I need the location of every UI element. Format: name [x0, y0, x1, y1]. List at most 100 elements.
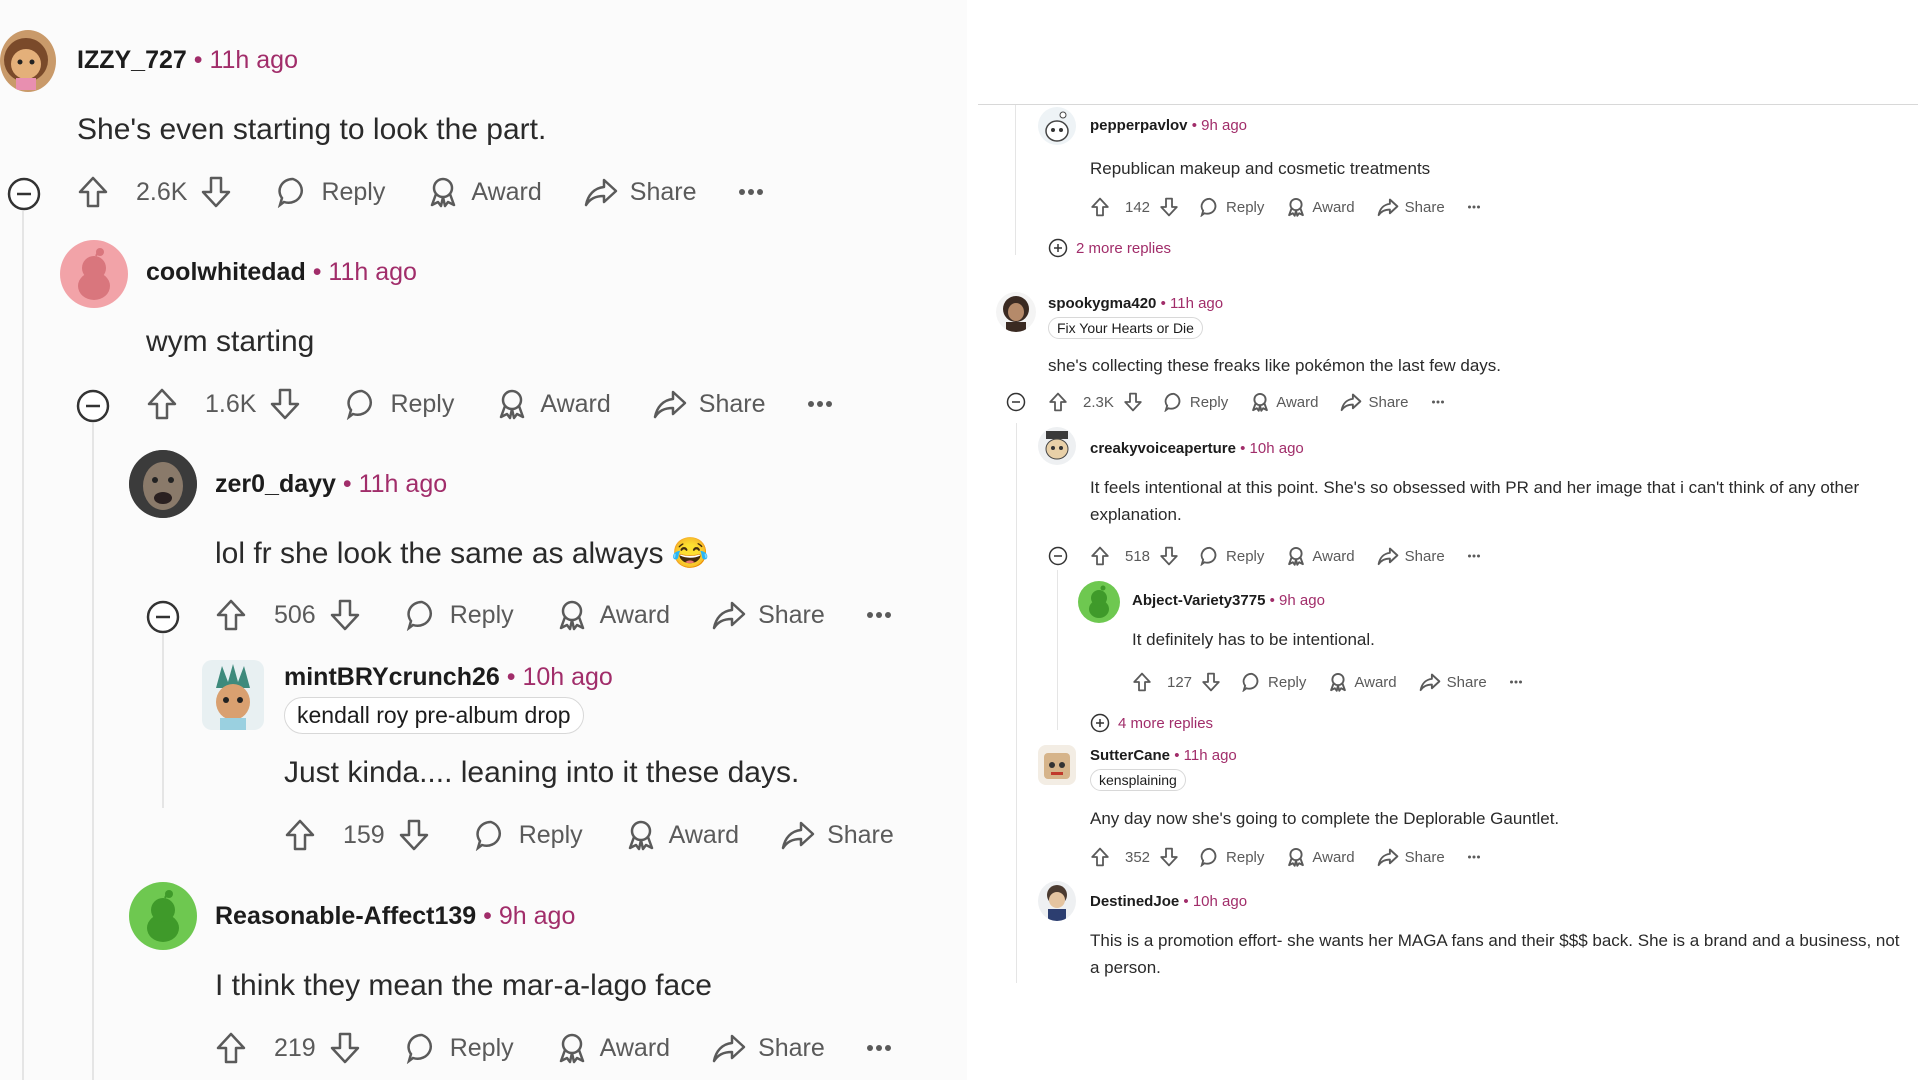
reply-button[interactable]: Reply	[1200, 847, 1264, 867]
award-button[interactable]: Award	[1328, 672, 1397, 692]
avatar[interactable]	[1038, 107, 1076, 145]
upvote-button[interactable]	[216, 599, 258, 631]
award-button[interactable]: Award	[1250, 392, 1318, 412]
avatar[interactable]	[1038, 427, 1076, 465]
share-button[interactable]: Share	[781, 819, 894, 851]
more-options-button[interactable]	[1431, 400, 1451, 404]
avatar[interactable]	[202, 660, 264, 730]
award-button[interactable]: Award	[1286, 546, 1355, 566]
upvote-button[interactable]	[147, 388, 189, 420]
reply-button[interactable]: Reply	[406, 599, 514, 631]
upvote-button[interactable]	[1133, 672, 1157, 692]
thread-line[interactable]	[1057, 570, 1058, 730]
upvote-button[interactable]	[285, 819, 327, 851]
collapse-thread-button[interactable]	[1006, 392, 1026, 412]
collapse-thread-button[interactable]	[7, 177, 41, 211]
more-options-button[interactable]	[1467, 554, 1487, 558]
avatar[interactable]	[129, 450, 197, 518]
share-button[interactable]: Share	[1419, 672, 1487, 692]
reply-button[interactable]: Reply	[346, 388, 454, 420]
downvote-button[interactable]	[270, 388, 300, 420]
downvote-button[interactable]	[330, 1032, 360, 1064]
downvote-button[interactable]	[1124, 392, 1142, 412]
downvote-button[interactable]	[201, 176, 231, 208]
thread-line[interactable]	[22, 180, 24, 1080]
timestamp[interactable]: 11h ago	[328, 258, 417, 286]
award-button[interactable]: Award	[496, 388, 611, 420]
username[interactable]: coolwhitedad	[146, 258, 306, 286]
share-button[interactable]: Share	[653, 388, 766, 420]
reply-button[interactable]: Reply	[277, 176, 385, 208]
timestamp[interactable]: 11h ago	[1184, 747, 1237, 764]
reply-button[interactable]: Reply	[475, 819, 583, 851]
avatar[interactable]	[1078, 581, 1120, 623]
more-options-button[interactable]	[1467, 205, 1487, 209]
downvote-button[interactable]	[399, 819, 429, 851]
username[interactable]: zer0_dayy	[215, 470, 336, 498]
thread-line[interactable]	[1015, 105, 1016, 255]
more-replies-link[interactable]: 4 more replies	[1090, 713, 1213, 733]
share-button[interactable]: Share	[1340, 392, 1409, 412]
collapse-thread-button[interactable]	[146, 600, 180, 634]
username[interactable]: Abject-Variety3775	[1132, 592, 1265, 609]
username[interactable]: mintBRYcrunch26	[284, 663, 500, 691]
upvote-button[interactable]	[78, 176, 120, 208]
upvote-button[interactable]	[1091, 197, 1115, 217]
award-button[interactable]: Award	[625, 819, 739, 851]
timestamp[interactable]: 11h ago	[209, 46, 298, 74]
more-options-button[interactable]	[1467, 855, 1487, 859]
downvote-button[interactable]	[1160, 197, 1178, 217]
username[interactable]: Reasonable-Affect139	[215, 902, 476, 930]
award-button[interactable]: Award	[1286, 847, 1355, 867]
timestamp[interactable]: 9h ago	[499, 902, 575, 930]
username[interactable]: IZZY_727	[77, 46, 187, 74]
collapse-thread-button[interactable]	[1048, 546, 1068, 566]
award-button[interactable]: Award	[556, 1032, 670, 1064]
share-button[interactable]: Share	[1377, 847, 1445, 867]
avatar[interactable]	[0, 30, 56, 92]
award-button[interactable]: Award	[1286, 197, 1355, 217]
upvote-button[interactable]	[1049, 392, 1073, 412]
reply-button[interactable]: Reply	[1242, 672, 1306, 692]
upvote-button[interactable]	[216, 1032, 258, 1064]
collapse-thread-button[interactable]	[76, 389, 110, 423]
more-options-button[interactable]	[866, 611, 903, 619]
thread-line[interactable]	[1016, 423, 1017, 983]
avatar[interactable]	[60, 240, 128, 308]
share-button[interactable]: Share	[712, 1032, 825, 1064]
downvote-button[interactable]	[1202, 672, 1220, 692]
avatar[interactable]	[996, 292, 1036, 332]
downvote-button[interactable]	[330, 599, 360, 631]
downvote-button[interactable]	[1160, 847, 1178, 867]
upvote-button[interactable]	[1091, 546, 1115, 566]
thread-line[interactable]	[92, 390, 94, 1080]
username[interactable]: pepperpavlov	[1090, 117, 1188, 134]
share-button[interactable]: Share	[1377, 197, 1445, 217]
more-replies-link[interactable]: 2 more replies	[1048, 238, 1171, 258]
timestamp[interactable]: 11h ago	[1170, 295, 1223, 312]
share-button[interactable]: Share	[712, 599, 825, 631]
more-options-button[interactable]	[738, 188, 775, 196]
username[interactable]: creakyvoiceaperture	[1090, 440, 1236, 457]
timestamp[interactable]: 11h ago	[359, 470, 448, 498]
award-button[interactable]: Award	[427, 176, 542, 208]
avatar[interactable]	[1038, 745, 1076, 785]
downvote-button[interactable]	[1160, 546, 1178, 566]
timestamp[interactable]: 10h ago	[1250, 440, 1304, 457]
award-button[interactable]: Award	[556, 599, 670, 631]
share-button[interactable]: Share	[584, 176, 697, 208]
username[interactable]: DestinedJoe	[1090, 893, 1179, 910]
more-options-button[interactable]	[866, 1044, 903, 1052]
username[interactable]: SutterCane	[1090, 747, 1170, 764]
more-options-button[interactable]	[1509, 680, 1529, 684]
reply-button[interactable]: Reply	[406, 1032, 514, 1064]
username[interactable]: spookygma420	[1048, 295, 1156, 312]
timestamp[interactable]: 9h ago	[1201, 117, 1247, 134]
share-button[interactable]: Share	[1377, 546, 1445, 566]
timestamp[interactable]: 9h ago	[1279, 592, 1325, 609]
reply-button[interactable]: Reply	[1164, 392, 1228, 412]
more-options-button[interactable]	[807, 400, 844, 408]
thread-line[interactable]	[162, 628, 164, 808]
upvote-button[interactable]	[1091, 847, 1115, 867]
reply-button[interactable]: Reply	[1200, 546, 1264, 566]
